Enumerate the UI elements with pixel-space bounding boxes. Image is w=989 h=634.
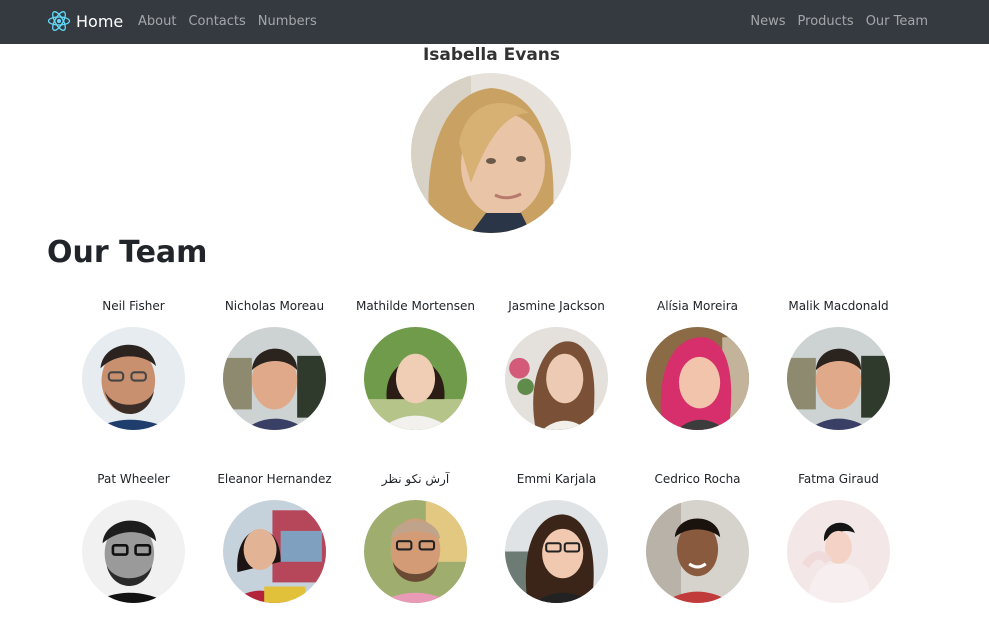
team-member-card[interactable]: Nicholas Moreau <box>204 296 345 469</box>
our-team-heading: Our Team <box>47 235 208 270</box>
team-grid: Neil Fisher Nicholas Moreau Mathilde Mor… <box>63 296 923 609</box>
team-member-avatar <box>787 500 890 603</box>
nav-link-about[interactable]: About <box>138 14 176 29</box>
team-member-name: Emmi Karjala <box>516 472 597 486</box>
team-member-avatar <box>364 327 467 430</box>
team-member-card[interactable]: Eleanor Hernandez <box>204 469 345 609</box>
team-member-name: Mathilde Mortensen <box>355 299 476 313</box>
team-member-card[interactable]: Neil Fisher <box>63 296 204 469</box>
team-member-avatar <box>787 327 890 430</box>
nav-link-numbers[interactable]: Numbers <box>258 14 317 29</box>
team-member-card[interactable]: Cedrico Rocha <box>627 469 768 609</box>
nav-link-products[interactable]: Products <box>798 14 854 29</box>
team-member-card[interactable]: Malik Macdonald <box>768 296 909 469</box>
team-member-name: Jasmine Jackson <box>508 299 605 313</box>
nav-right: News Products Our Team <box>738 14 928 29</box>
react-logo-icon <box>47 11 71 31</box>
brand-label: Home <box>76 11 124 31</box>
featured-member-photo <box>411 73 571 233</box>
team-member-card[interactable]: Mathilde Mortensen <box>345 296 486 469</box>
team-member-avatar <box>646 327 749 430</box>
nav-left: About Contacts Numbers <box>138 14 329 29</box>
team-member-card[interactable]: Alísia Moreira <box>627 296 768 469</box>
team-member-name: Neil Fisher <box>102 299 165 313</box>
team-member-avatar <box>223 327 326 430</box>
nav-link-contacts[interactable]: Contacts <box>188 14 245 29</box>
team-member-name: Fatma Giraud <box>798 472 879 486</box>
team-member-name: آرش نکو نظر <box>381 472 450 486</box>
team-member-card[interactable]: Jasmine Jackson <box>486 296 627 469</box>
team-member-card[interactable]: Emmi Karjala <box>486 469 627 609</box>
team-member-name: Pat Wheeler <box>97 472 170 486</box>
team-member-card[interactable]: Pat Wheeler <box>63 469 204 609</box>
nav-link-news[interactable]: News <box>750 14 785 29</box>
team-member-name: Cedrico Rocha <box>654 472 741 486</box>
team-member-card[interactable]: آرش نکو نظر <box>345 469 486 609</box>
team-member-avatar <box>82 327 185 430</box>
team-member-card[interactable]: Fatma Giraud <box>768 469 909 609</box>
team-member-avatar <box>223 500 326 603</box>
team-member-avatar <box>646 500 749 603</box>
navbar: Home About Contacts Numbers News Product… <box>0 0 989 44</box>
team-member-name: Alísia Moreira <box>657 299 738 313</box>
team-member-name: Nicholas Moreau <box>224 299 325 313</box>
team-member-name: Malik Macdonald <box>788 299 889 313</box>
team-member-avatar <box>82 500 185 603</box>
featured-member-name: Isabella Evans <box>422 45 561 65</box>
team-member-avatar <box>364 500 467 603</box>
brand-home-link[interactable]: Home <box>47 9 123 33</box>
nav-link-our-team[interactable]: Our Team <box>866 14 928 29</box>
team-member-name: Eleanor Hernandez <box>217 472 332 486</box>
team-member-avatar <box>505 327 608 430</box>
team-member-avatar <box>505 500 608 603</box>
